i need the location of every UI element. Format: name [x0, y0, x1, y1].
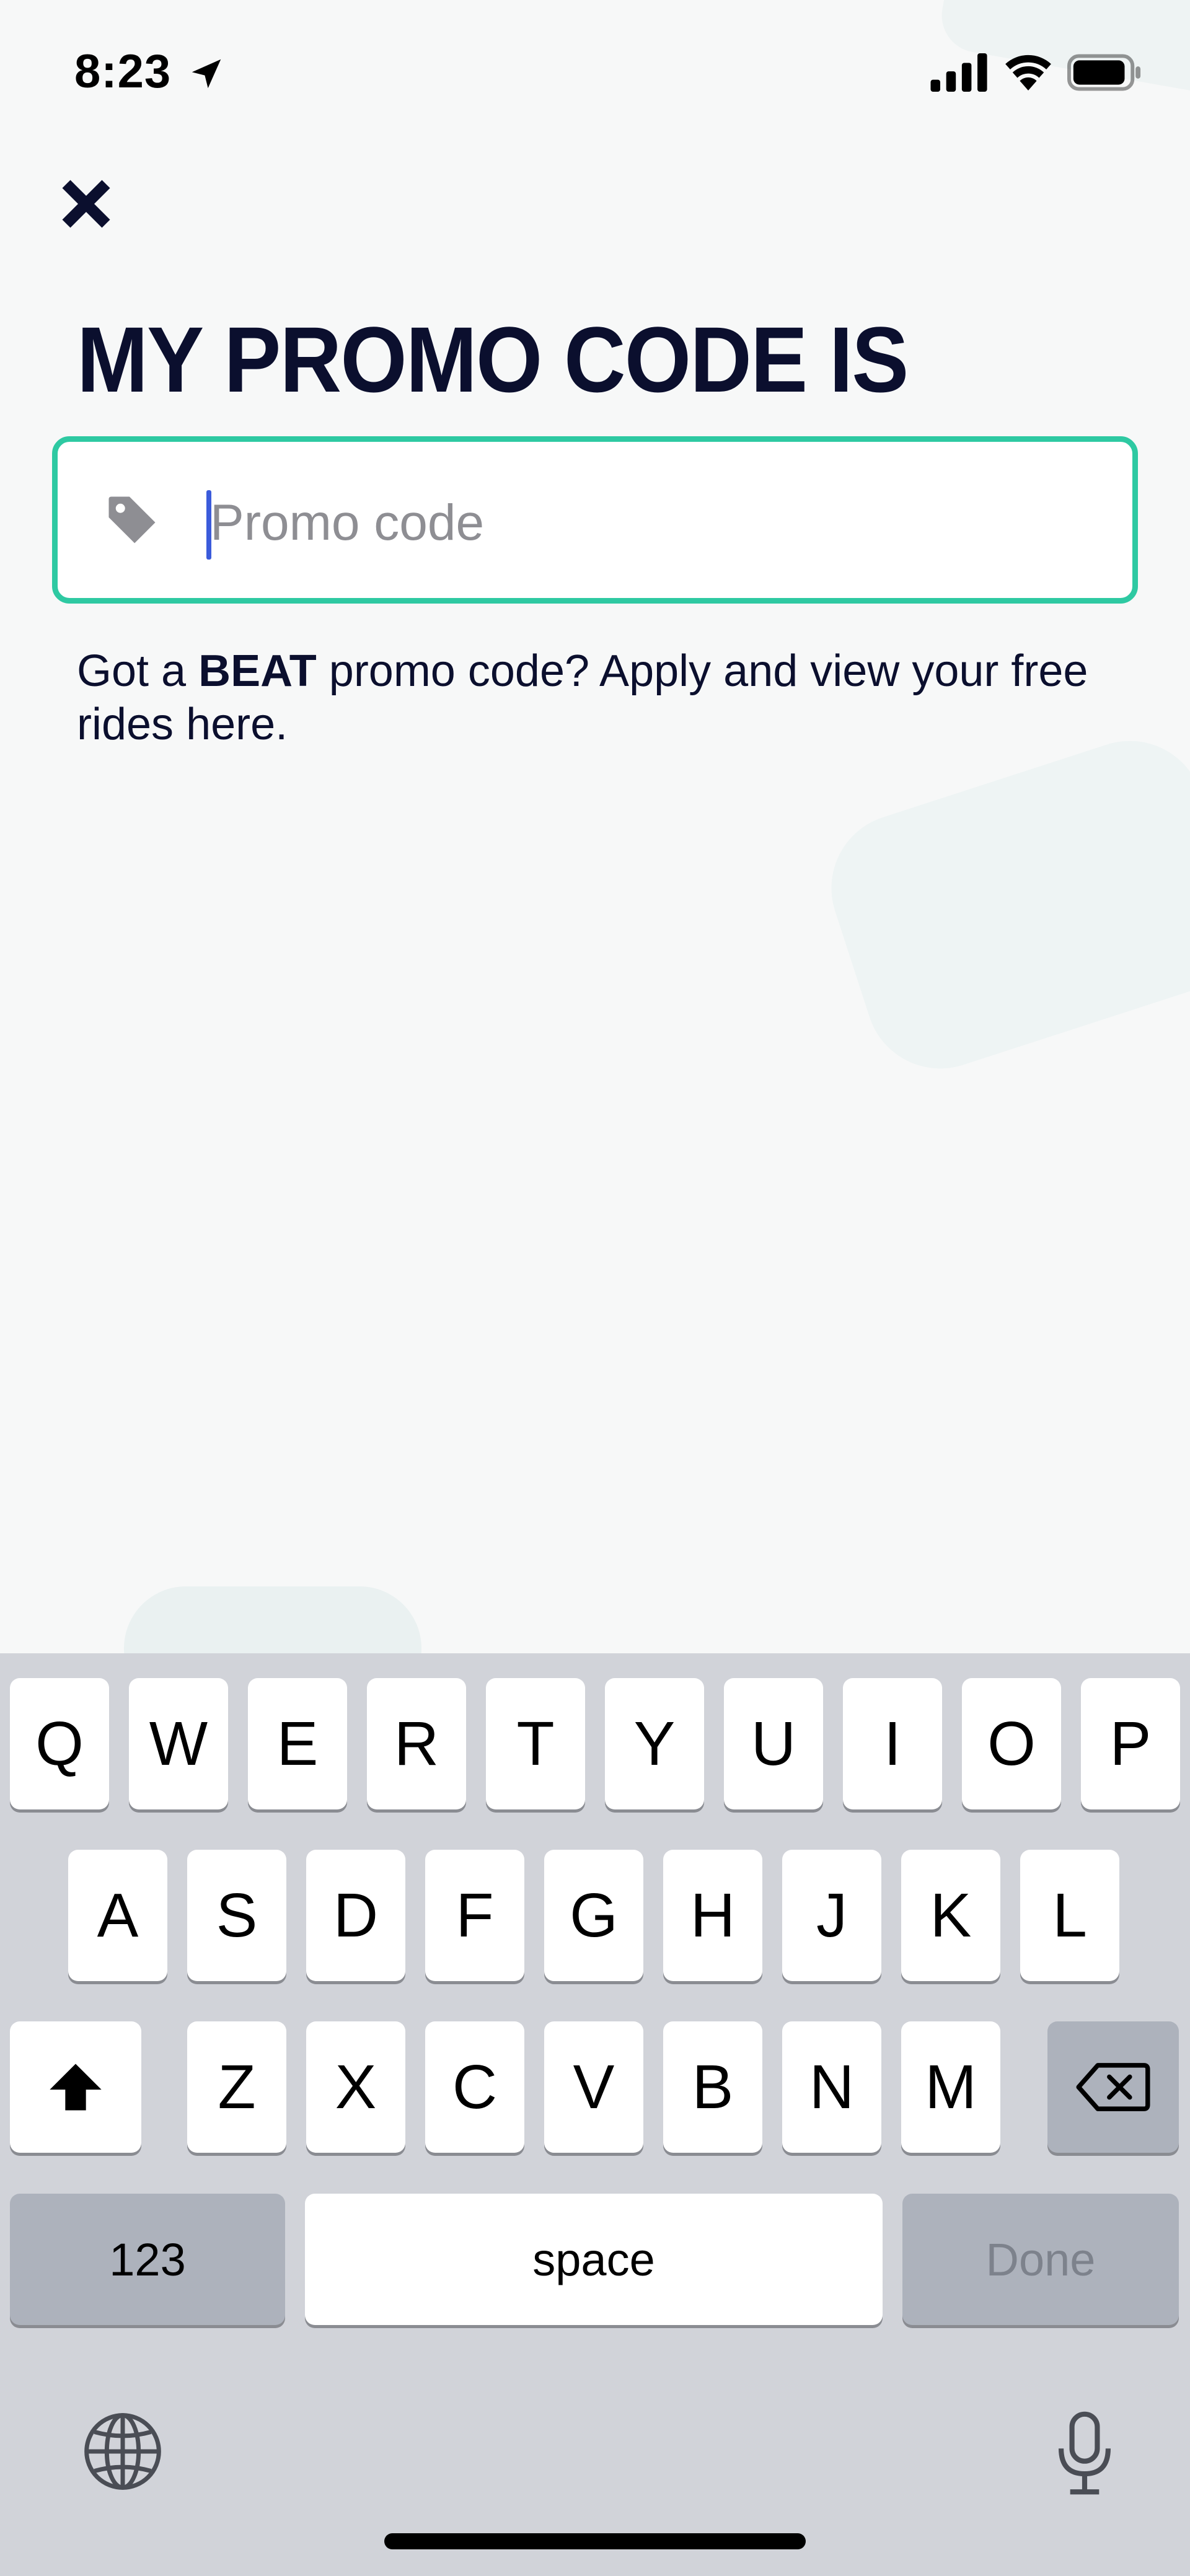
cellular-signal-icon — [930, 53, 987, 92]
map-shape — [124, 1586, 421, 1653]
key-m[interactable]: M — [901, 2021, 1000, 2153]
key-r[interactable]: R — [367, 1678, 466, 1809]
key-e[interactable]: E — [248, 1678, 347, 1809]
help-text-prefix: Got a — [77, 646, 199, 696]
promo-code-input[interactable] — [210, 477, 1078, 569]
status-time: 8:23 — [74, 45, 172, 98]
key-x[interactable]: X — [306, 2021, 405, 2153]
key-d[interactable]: D — [306, 1850, 405, 1981]
help-text-brand: BEAT — [198, 646, 317, 696]
key-p[interactable]: P — [1081, 1678, 1180, 1809]
page-title: MY PROMO CODE IS — [77, 307, 909, 411]
wifi-icon — [1005, 55, 1051, 90]
map-background — [0, 0, 1190, 1653]
numbers-key[interactable]: 123 — [10, 2194, 285, 2325]
battery-icon — [1067, 54, 1141, 91]
key-u[interactable]: U — [724, 1678, 823, 1809]
key-z[interactable]: Z — [187, 2021, 286, 2153]
key-i[interactable]: I — [843, 1678, 942, 1809]
key-w[interactable]: W — [129, 1678, 228, 1809]
key-s[interactable]: S — [187, 1850, 286, 1981]
key-a[interactable]: A — [68, 1850, 167, 1981]
shift-key[interactable] — [10, 2021, 141, 2153]
home-indicator — [384, 2533, 806, 2549]
key-g[interactable]: G — [544, 1850, 643, 1981]
status-bar: 8:23 — [0, 0, 1190, 149]
key-t[interactable]: T — [486, 1678, 585, 1809]
backspace-icon — [1076, 2063, 1150, 2111]
key-b[interactable]: B — [663, 2021, 762, 2153]
key-k[interactable]: K — [901, 1850, 1000, 1981]
close-icon — [62, 180, 110, 228]
done-key[interactable]: Done — [902, 2194, 1179, 2325]
globe-icon[interactable] — [79, 2408, 166, 2495]
key-l[interactable]: L — [1020, 1850, 1119, 1981]
close-button[interactable] — [52, 170, 120, 238]
microphone-icon[interactable] — [1054, 2411, 1116, 2497]
tag-icon — [108, 496, 156, 543]
key-j[interactable]: J — [782, 1850, 881, 1981]
shift-icon — [50, 2064, 102, 2111]
key-o[interactable]: O — [962, 1678, 1061, 1809]
key-v[interactable]: V — [544, 2021, 643, 2153]
map-shape — [812, 721, 1190, 1088]
key-c[interactable]: C — [425, 2021, 524, 2153]
space-key[interactable]: space — [305, 2194, 883, 2325]
key-q[interactable]: Q — [10, 1678, 109, 1809]
key-y[interactable]: Y — [605, 1678, 704, 1809]
location-arrow-icon — [192, 59, 221, 89]
key-f[interactable]: F — [425, 1850, 524, 1981]
help-text: Got a BEAT promo code? Apply and view yo… — [77, 644, 1130, 751]
key-n[interactable]: N — [782, 2021, 881, 2153]
backspace-key[interactable] — [1047, 2021, 1179, 2153]
key-h[interactable]: H — [663, 1850, 762, 1981]
promo-code-field[interactable] — [52, 436, 1138, 604]
